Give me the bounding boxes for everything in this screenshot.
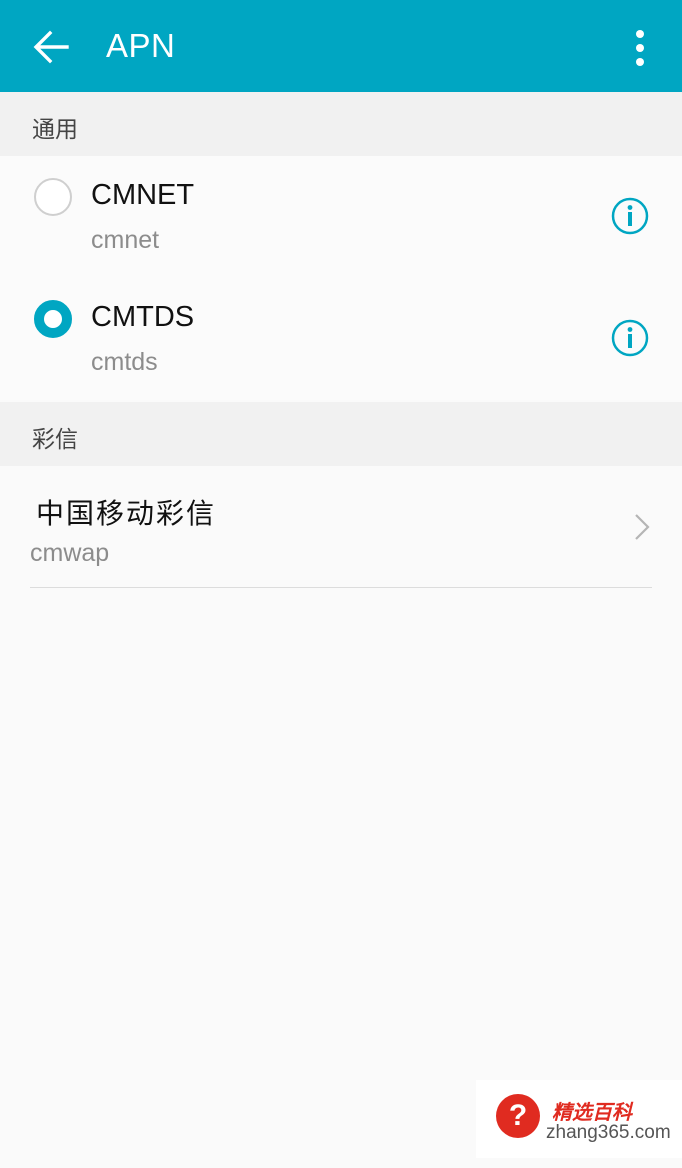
apn-name: CMTDS <box>91 301 195 333</box>
overflow-menu-button[interactable] <box>620 26 660 70</box>
chevron-right-icon <box>635 514 650 540</box>
watermark-title: 精选百科 <box>552 1100 632 1124</box>
section-title-general: 通用 <box>32 117 78 143</box>
more-vert-icon <box>636 30 644 66</box>
section-header-mms: 彩信 <box>0 402 682 466</box>
apn-value: cmtds <box>91 348 158 376</box>
section-title-mms: 彩信 <box>32 427 78 453</box>
info-icon[interactable] <box>610 196 650 236</box>
back-button[interactable] <box>28 24 74 70</box>
watermark: ? 精选百科 zhang365.com <box>476 1080 682 1158</box>
mms-apn-value: cmwap <box>30 539 110 567</box>
mms-apn-name: 中国移动彩信 <box>36 497 217 530</box>
radio-button-unchecked[interactable] <box>34 178 72 216</box>
arrow-left-icon <box>33 30 69 64</box>
apn-name: CMNET <box>91 179 195 211</box>
mms-apn-item[interactable]: 中国移动彩信 cmwap <box>0 466 682 588</box>
watermark-url: zhang365.com <box>546 1122 671 1143</box>
apn-value: cmnet <box>91 226 160 254</box>
app-bar: APN <box>0 0 682 92</box>
apn-item-cmnet[interactable]: CMNET cmnet <box>0 156 682 278</box>
section-header-general: 通用 <box>0 92 682 156</box>
page-title: APN <box>106 27 176 64</box>
question-mark-icon: ? <box>496 1094 540 1138</box>
radio-button-checked[interactable] <box>34 300 72 338</box>
apn-item-cmtds[interactable]: CMTDS cmtds <box>0 278 682 400</box>
divider <box>30 587 652 588</box>
apn-list-general: CMNET cmnet CMTDS cmtds <box>0 156 682 400</box>
info-icon[interactable] <box>610 318 650 358</box>
